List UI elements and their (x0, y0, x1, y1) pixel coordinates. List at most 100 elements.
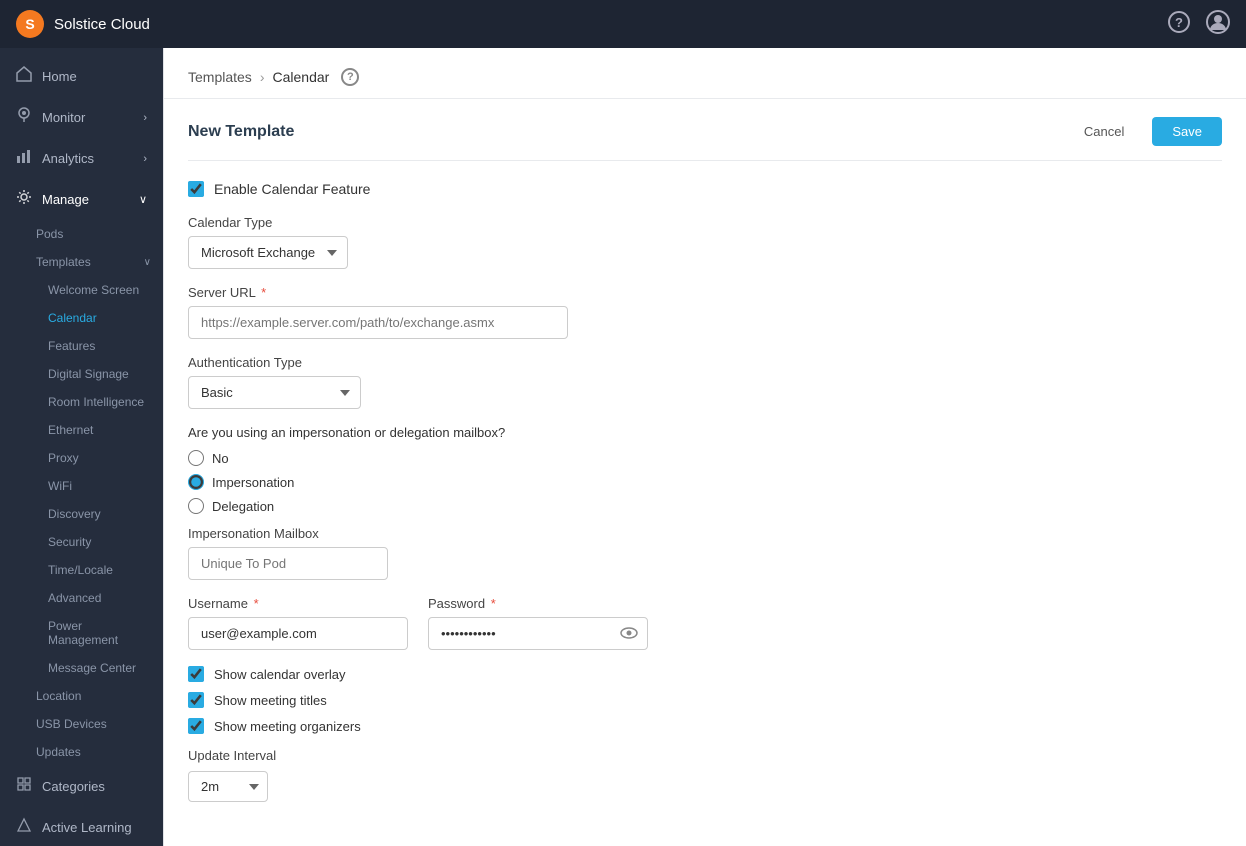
help-icon[interactable]: ? (1168, 11, 1190, 38)
required-indicator: * (261, 285, 266, 300)
breadcrumb-help-icon[interactable]: ? (341, 68, 359, 86)
sidebar-item-message-center[interactable]: Message Center (0, 654, 163, 682)
sidebar-item-home[interactable]: Home (0, 56, 163, 97)
show-meeting-organizers-label[interactable]: Show meeting organizers (214, 719, 361, 734)
show-meeting-titles-label[interactable]: Show meeting titles (214, 693, 327, 708)
auth-type-label: Authentication Type (188, 355, 1222, 370)
mailbox-question-field: Are you using an impersonation or delega… (188, 425, 1222, 580)
header-actions: Cancel Save (1066, 117, 1222, 146)
update-interval-select[interactable]: 1m 2m 5m 10m 15m 30m (188, 771, 268, 802)
sidebar-item-categories[interactable]: Categories (0, 766, 163, 807)
sidebar-item-wifi[interactable]: WiFi (0, 472, 163, 500)
sidebar-item-pods[interactable]: Pods (0, 220, 163, 248)
sidebar: Home Monitor › Analytics › Manage ∨ Pods (0, 48, 163, 846)
sidebar-item-usb-devices[interactable]: USB Devices (0, 710, 163, 738)
server-url-field: Server URL * (188, 285, 1222, 339)
sidebar-item-power-management[interactable]: Power Management (0, 612, 163, 654)
sidebar-item-discovery[interactable]: Discovery (0, 500, 163, 528)
sidebar-item-location[interactable]: Location (0, 682, 163, 710)
enable-calendar-label[interactable]: Enable Calendar Feature (214, 181, 370, 197)
sidebar-item-advanced[interactable]: Advanced (0, 584, 163, 612)
radio-item-delegation: Delegation (188, 498, 1222, 514)
calendar-type-select[interactable]: Microsoft Exchange Google Calendar Offic… (188, 236, 348, 269)
show-calendar-overlay-row: Show calendar overlay (188, 666, 1222, 682)
sidebar-item-proxy[interactable]: Proxy (0, 444, 163, 472)
auth-type-select[interactable]: Basic NTLM Modern Authentication (188, 376, 361, 409)
svg-text:?: ? (1175, 15, 1183, 30)
update-interval-field: Update Interval 1m 2m 5m 10m 15m 30m (188, 748, 1222, 802)
required-indicator: * (491, 596, 496, 611)
sidebar-item-monitor[interactable]: Monitor › (0, 97, 163, 138)
nav-actions: ? (1168, 10, 1230, 39)
monitor-icon (16, 107, 32, 128)
radio-delegation[interactable] (188, 498, 204, 514)
sidebar-item-active-learning[interactable]: Active Learning (0, 807, 163, 846)
radio-item-no: No (188, 450, 1222, 466)
chevron-down-icon: ∨ (144, 257, 151, 268)
credentials-row: Username * Password * (188, 596, 1222, 650)
enable-calendar-checkbox[interactable] (188, 181, 204, 197)
breadcrumb: Templates › Calendar ? (164, 48, 1246, 99)
app-logo: S (16, 10, 44, 38)
sidebar-item-label: Analytics (42, 151, 94, 166)
radio-delegation-label[interactable]: Delegation (212, 499, 274, 514)
sidebar-item-manage[interactable]: Manage ∨ (0, 179, 163, 220)
sidebar-item-updates[interactable]: Updates (0, 738, 163, 766)
sidebar-item-analytics[interactable]: Analytics › (0, 138, 163, 179)
password-field: Password * (428, 596, 648, 650)
sidebar-item-label: Categories (42, 779, 105, 794)
show-calendar-overlay-checkbox[interactable] (188, 666, 204, 682)
app-title: Solstice Cloud (54, 16, 150, 33)
required-indicator: * (254, 596, 259, 611)
breadcrumb-parent[interactable]: Templates (188, 69, 252, 85)
sidebar-item-features[interactable]: Features (0, 332, 163, 360)
radio-no[interactable] (188, 450, 204, 466)
show-meeting-organizers-checkbox[interactable] (188, 718, 204, 734)
main-layout: Home Monitor › Analytics › Manage ∨ Pods (0, 48, 1246, 846)
password-wrapper (428, 617, 648, 650)
sidebar-item-security[interactable]: Security (0, 528, 163, 556)
top-nav: S Solstice Cloud ? (0, 0, 1246, 48)
sidebar-item-label: Monitor (42, 110, 85, 125)
radio-impersonation-label[interactable]: Impersonation (212, 475, 294, 490)
section-header: New Template Cancel Save (188, 99, 1222, 161)
sidebar-item-ethernet[interactable]: Ethernet (0, 416, 163, 444)
impersonation-mailbox-label: Impersonation Mailbox (188, 526, 1222, 541)
show-calendar-overlay-label[interactable]: Show calendar overlay (214, 667, 346, 682)
save-button[interactable]: Save (1152, 117, 1222, 146)
categories-icon (16, 776, 32, 797)
show-meeting-titles-checkbox[interactable] (188, 692, 204, 708)
active-learning-icon (16, 817, 32, 838)
auth-type-field: Authentication Type Basic NTLM Modern Au… (188, 355, 1222, 409)
sidebar-item-digital-signage[interactable]: Digital Signage (0, 360, 163, 388)
show-meeting-titles-row: Show meeting titles (188, 692, 1222, 708)
username-label: Username * (188, 596, 408, 611)
sidebar-item-label: Manage (42, 192, 89, 207)
server-url-label: Server URL * (188, 285, 1222, 300)
sidebar-item-templates[interactable]: Templates ∨ (0, 248, 163, 276)
content-panel: Templates › Calendar ? New Template Canc… (163, 48, 1246, 846)
cancel-button[interactable]: Cancel (1066, 117, 1142, 146)
sidebar-item-calendar[interactable]: Calendar (0, 304, 163, 332)
user-icon[interactable] (1206, 10, 1230, 39)
sidebar-item-time-locale[interactable]: Time/Locale (0, 556, 163, 584)
chevron-right-icon: › (143, 112, 147, 124)
sidebar-item-label: Home (42, 69, 77, 84)
enable-calendar-row: Enable Calendar Feature (188, 181, 1222, 197)
server-url-input[interactable] (188, 306, 568, 339)
username-input[interactable] (188, 617, 408, 650)
sidebar-item-welcome-screen[interactable]: Welcome Screen (0, 276, 163, 304)
password-toggle-icon[interactable] (620, 626, 638, 642)
password-input[interactable] (428, 617, 648, 650)
sidebar-item-room-intelligence[interactable]: Room Intelligence (0, 388, 163, 416)
update-interval-label: Update Interval (188, 748, 1222, 763)
username-field: Username * (188, 596, 408, 650)
impersonation-mailbox-input[interactable] (188, 547, 388, 580)
nav-brand: S Solstice Cloud (16, 10, 150, 38)
show-meeting-organizers-row: Show meeting organizers (188, 718, 1222, 734)
radio-no-label[interactable]: No (212, 451, 229, 466)
impersonation-mailbox-field: Impersonation Mailbox (188, 526, 1222, 580)
password-label: Password * (428, 596, 648, 611)
radio-impersonation[interactable] (188, 474, 204, 490)
mailbox-radio-group: No Impersonation Delegation (188, 450, 1222, 514)
